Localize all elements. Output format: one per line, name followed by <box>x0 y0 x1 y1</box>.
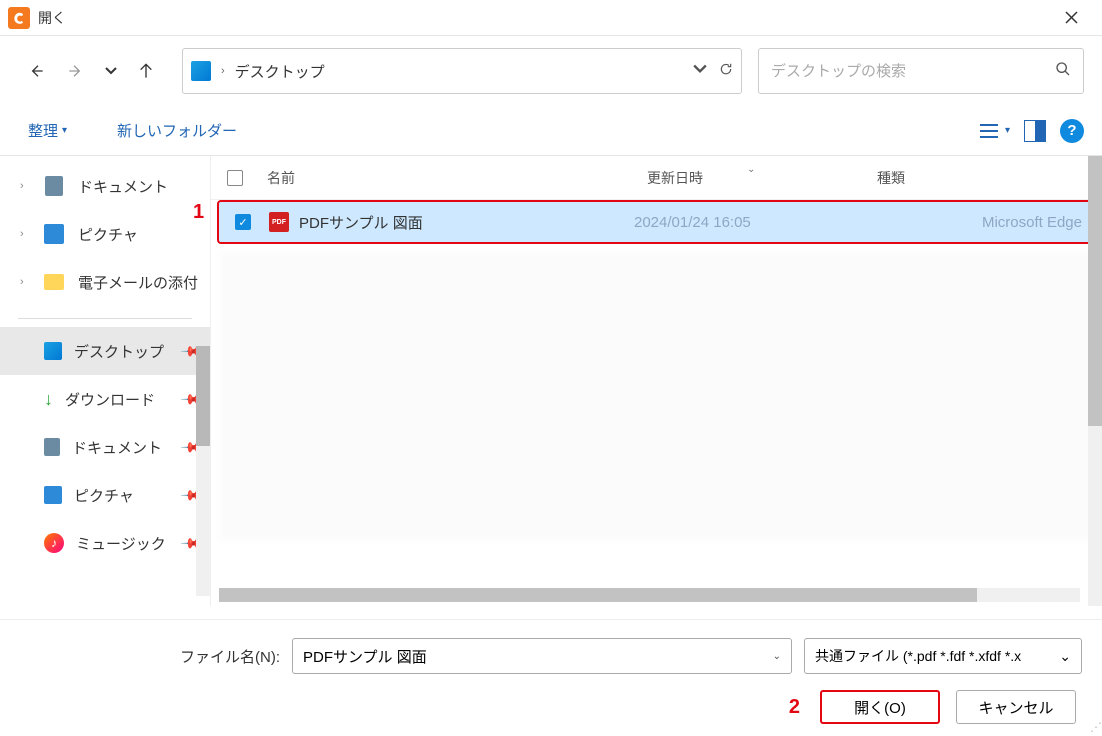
sidebar-scrollbar[interactable] <box>196 346 210 596</box>
titlebar: 開く <box>0 0 1102 36</box>
help-button[interactable]: ? <box>1060 119 1084 143</box>
breadcrumb-location[interactable]: デスクトップ <box>235 61 325 82</box>
preview-blur-area <box>219 251 1094 541</box>
back-button[interactable] <box>18 53 54 89</box>
address-dropdown[interactable] <box>693 62 707 81</box>
horizontal-scrollbar[interactable] <box>219 588 1080 602</box>
open-button[interactable]: 開く(O) <box>820 690 940 724</box>
column-header-name[interactable]: 名前 <box>267 168 647 188</box>
search-box[interactable] <box>758 48 1084 94</box>
preview-pane-button[interactable] <box>1024 120 1046 142</box>
search-icon[interactable] <box>1055 61 1071 82</box>
annotation-1: 1 <box>193 201 204 224</box>
annotation-2: 2 <box>789 696 800 719</box>
app-icon <box>8 7 30 29</box>
column-header-type[interactable]: 種類 <box>877 168 1102 188</box>
tree-item-email-attachments[interactable]: ›電子メールの添付 <box>0 258 210 306</box>
file-list-area: 1 名前 ⌄更新日時 種類 ✓ PDF PDFサンプル 図面 2024/01/2… <box>210 156 1102 606</box>
sidebar: ›ドキュメント ›ピクチャ ›電子メールの添付 デスクトップ📌 ↓ダウンロード📌… <box>0 156 210 606</box>
file-date: 2024/01/24 16:05 <box>634 214 864 231</box>
pdf-icon: PDF <box>269 212 289 232</box>
forward-button[interactable] <box>58 53 94 89</box>
footer: ファイル名(N): PDFサンプル 図面 ⌄ 共通ファイル (*.pdf *.f… <box>0 619 1102 736</box>
search-input[interactable] <box>771 63 1055 80</box>
view-mode-button[interactable]: ▾ <box>979 122 1010 140</box>
file-name: PDFサンプル 図面 <box>299 212 634 233</box>
refresh-button[interactable] <box>719 62 733 81</box>
address-bar[interactable]: › デスクトップ <box>182 48 742 94</box>
quick-item-downloads[interactable]: ↓ダウンロード📌 <box>0 375 210 423</box>
tree-item-documents[interactable]: ›ドキュメント <box>0 162 210 210</box>
window-title: 開く <box>38 8 66 28</box>
filename-label: ファイル名(N): <box>180 646 280 667</box>
chevron-down-icon[interactable]: ⌄ <box>1059 648 1071 665</box>
quick-item-documents[interactable]: ドキュメント📌 <box>0 423 210 471</box>
vertical-scrollbar[interactable] <box>1088 156 1102 606</box>
history-dropdown[interactable] <box>98 67 124 75</box>
desktop-icon <box>191 61 211 81</box>
navbar: › デスクトップ <box>0 36 1102 106</box>
quick-item-music[interactable]: ♪ミュージック📌 <box>0 519 210 567</box>
organize-button[interactable]: 整理▾ <box>18 114 77 147</box>
filetype-select[interactable]: 共通ファイル (*.pdf *.fdf *.xfdf *.x ⌄ <box>804 638 1082 674</box>
up-button[interactable] <box>128 53 164 89</box>
row-checkbox[interactable]: ✓ <box>235 214 251 230</box>
file-row[interactable]: ✓ PDF PDFサンプル 図面 2024/01/24 16:05 Micros… <box>219 202 1094 242</box>
resize-grip[interactable]: ⋰ <box>1090 720 1100 734</box>
breadcrumb-separator: › <box>221 65 225 77</box>
new-folder-button[interactable]: 新しいフォルダー <box>107 114 247 147</box>
cancel-button[interactable]: キャンセル <box>956 690 1076 724</box>
toolbar: 整理▾ 新しいフォルダー ▾ ? <box>0 106 1102 156</box>
file-type: Microsoft Edge <box>864 214 1094 231</box>
file-list-header: 名前 ⌄更新日時 種類 <box>211 156 1102 200</box>
close-button[interactable] <box>1048 0 1094 36</box>
quick-item-desktop[interactable]: デスクトップ📌 <box>0 327 210 375</box>
column-header-date[interactable]: ⌄更新日時 <box>647 168 877 188</box>
chevron-down-icon[interactable]: ⌄ <box>773 651 781 662</box>
quick-item-pictures[interactable]: ピクチャ📌 <box>0 471 210 519</box>
tree-item-pictures[interactable]: ›ピクチャ <box>0 210 210 258</box>
select-all-checkbox[interactable] <box>227 170 243 186</box>
filename-input[interactable]: PDFサンプル 図面 ⌄ <box>292 638 792 674</box>
